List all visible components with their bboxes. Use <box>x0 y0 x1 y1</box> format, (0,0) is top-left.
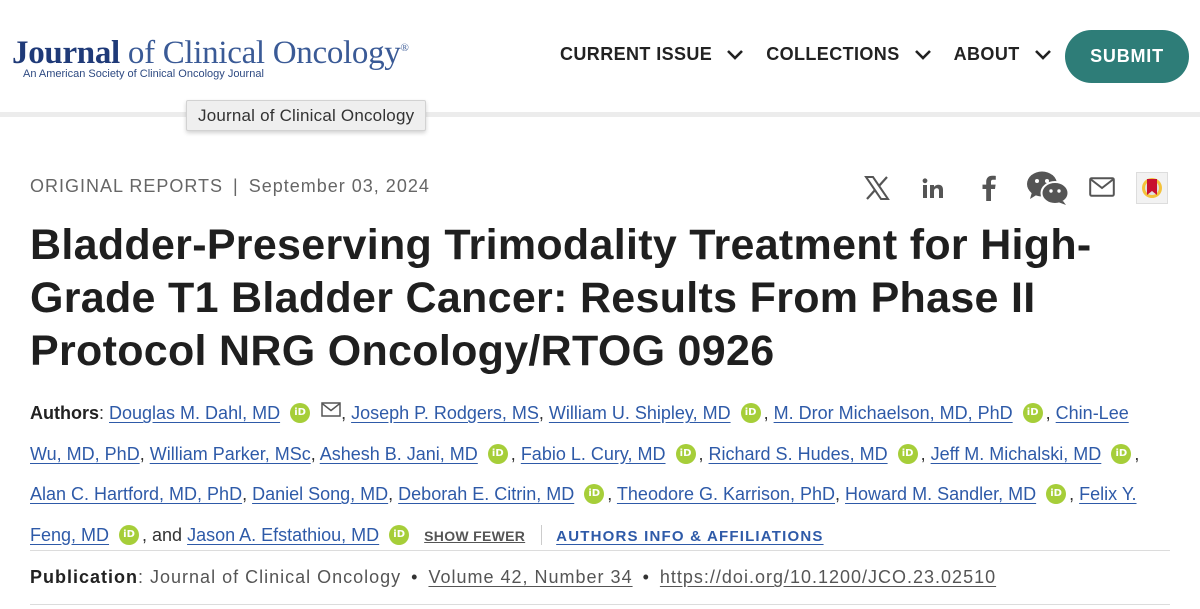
author-list: Authors: Douglas M. Dahl, MD iD, Joseph P… <box>30 391 1160 557</box>
article-meta: ORIGINAL REPORTS | September 03, 2024 <box>30 176 430 196</box>
article-section: ORIGINAL REPORTS <box>30 176 224 196</box>
divider <box>30 604 1170 605</box>
author-link[interactable]: Joseph P. Rodgers, MS <box>351 403 539 423</box>
wechat-icon[interactable] <box>1026 170 1070 206</box>
volume-link[interactable]: Volume 42, Number 34 <box>428 567 632 587</box>
author-link[interactable]: Theodore G. Karrison, PhD <box>617 484 835 504</box>
authors-affiliations-link[interactable]: AUTHORS INFO & AFFILIATIONS <box>556 528 823 545</box>
mendeley-icon[interactable] <box>1136 172 1168 204</box>
publication-info: Publication: Journal of Clinical Oncolog… <box>30 567 997 587</box>
author-link[interactable]: Deborah E. Citrin, MD <box>398 484 574 504</box>
authors-label: Authors <box>30 403 99 423</box>
orcid-icon[interactable]: iD <box>290 403 311 423</box>
nav-current-issue[interactable]: CURRENT ISSUE <box>560 44 744 65</box>
chevron-down-icon <box>1034 49 1051 60</box>
logo-title: Journal of Clinical Oncology® <box>12 35 409 71</box>
article-title: Bladder-Preserving Trimodality Treatment… <box>30 221 1092 375</box>
orcid-icon[interactable]: iD <box>487 443 508 464</box>
author-link[interactable]: Douglas M. Dahl, MD <box>109 403 280 423</box>
chevron-down-icon <box>727 49 744 60</box>
author-link[interactable]: Richard S. Hudes, MD <box>709 444 888 464</box>
chevron-down-icon <box>914 49 931 60</box>
author-link[interactable]: Alan C. Hartford, MD, PhD <box>30 484 242 504</box>
author-link[interactable]: Jason A. Efstathiou, MD <box>187 525 379 545</box>
doi-link[interactable]: https://doi.org/10.1200/JCO.23.02510 <box>660 567 996 587</box>
x-icon[interactable] <box>864 176 890 200</box>
main-nav: CURRENT ISSUE COLLECTIONS ABOUT <box>560 44 1074 65</box>
nav-collections[interactable]: COLLECTIONS <box>766 44 931 65</box>
publication-label: Publication <box>30 567 139 587</box>
orcid-icon[interactable]: iD <box>740 403 761 423</box>
author-link[interactable]: Fabio L. Cury, MD <box>521 444 666 464</box>
orcid-icon[interactable]: iD <box>584 484 605 504</box>
orcid-icon[interactable]: iD <box>1046 484 1067 504</box>
author-link[interactable]: William U. Shipley, MD <box>549 403 731 423</box>
author-link[interactable]: M. Dror Michaelson, MD, PhD <box>774 403 1013 423</box>
orcid-icon[interactable]: iD <box>897 443 918 464</box>
author-link[interactable]: William Parker, MSc <box>150 444 311 464</box>
nav-about[interactable]: ABOUT <box>954 44 1052 65</box>
linkedin-icon[interactable] <box>922 178 944 199</box>
orcid-icon[interactable]: iD <box>1022 403 1043 423</box>
logo-tooltip: Journal of Clinical Oncology <box>186 100 427 131</box>
author-link[interactable]: Ashesh B. Jani, MD <box>320 444 478 464</box>
divider <box>30 550 1170 551</box>
author-link[interactable]: Howard M. Sandler, MD <box>845 484 1036 504</box>
orcid-icon[interactable]: iD <box>1111 443 1132 464</box>
email-icon[interactable] <box>321 391 341 432</box>
site-header: Journal of Clinical Oncology® An America… <box>0 0 1200 112</box>
article-date: September 03, 2024 <box>248 176 430 196</box>
journal-logo[interactable]: Journal of Clinical Oncology® An America… <box>12 30 409 80</box>
email-icon[interactable] <box>1089 177 1115 197</box>
submit-button[interactable]: SUBMIT <box>1065 30 1189 83</box>
publication-journal: Journal of Clinical Oncology <box>150 567 402 587</box>
facebook-icon[interactable] <box>982 175 996 201</box>
orcid-icon[interactable]: iD <box>389 524 410 545</box>
author-link[interactable]: Jeff M. Michalski, MD <box>931 444 1102 464</box>
header-divider <box>0 112 1200 117</box>
author-link[interactable]: Daniel Song, MD <box>252 484 388 504</box>
orcid-icon[interactable]: iD <box>675 443 696 464</box>
show-fewer-button[interactable]: SHOW FEWER <box>424 528 525 544</box>
orcid-icon[interactable]: iD <box>119 524 140 545</box>
divider <box>541 524 543 545</box>
